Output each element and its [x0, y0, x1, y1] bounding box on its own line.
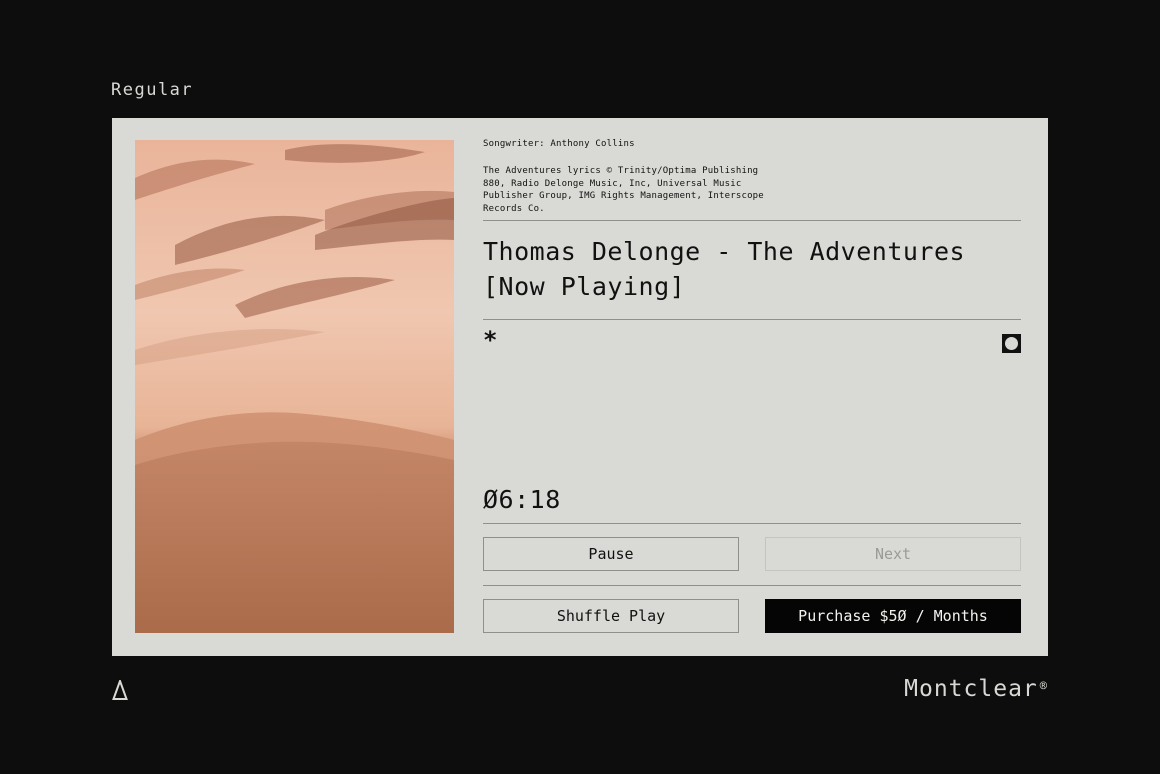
divider [483, 523, 1021, 524]
pause-button[interactable]: Pause [483, 537, 739, 571]
lyrics-credits: The Adventures lyrics © Trinity/Optima P… [483, 166, 764, 214]
shuffle-play-button[interactable]: Shuffle Play [483, 599, 739, 633]
asterisk-marker: * [483, 326, 498, 354]
desert-dunes-image [135, 140, 454, 633]
track-time: Ø6:18 [483, 485, 561, 514]
registered-mark: ® [1039, 679, 1048, 693]
brand-wordmark: Montclear ® [904, 676, 1048, 702]
brand-name: Montclear [904, 676, 1038, 702]
player-card: Songwriter: Anthony Collins The Adventur… [112, 118, 1048, 656]
style-label: Regular [111, 80, 194, 100]
next-button[interactable]: Next [765, 537, 1021, 571]
purchase-button[interactable]: Purchase $5Ø / Months [765, 599, 1021, 633]
divider [483, 220, 1021, 221]
track-info-panel: Songwriter: Anthony Collins The Adventur… [483, 118, 1021, 656]
divider [483, 319, 1021, 320]
divider [483, 585, 1021, 586]
track-title: Thomas Delonge - The Adventures [Now Pla… [483, 234, 1003, 304]
album-art-image [135, 140, 454, 633]
now-playing-label: [Now Playing] [483, 272, 686, 301]
radio-circle-icon[interactable] [1002, 334, 1021, 353]
radio-dot [1005, 337, 1018, 350]
track-title-line: Thomas Delonge - The Adventures [483, 237, 966, 266]
songwriter-credit: Songwriter: Anthony Collins [483, 139, 635, 149]
triangle-logo-icon [112, 678, 128, 704]
